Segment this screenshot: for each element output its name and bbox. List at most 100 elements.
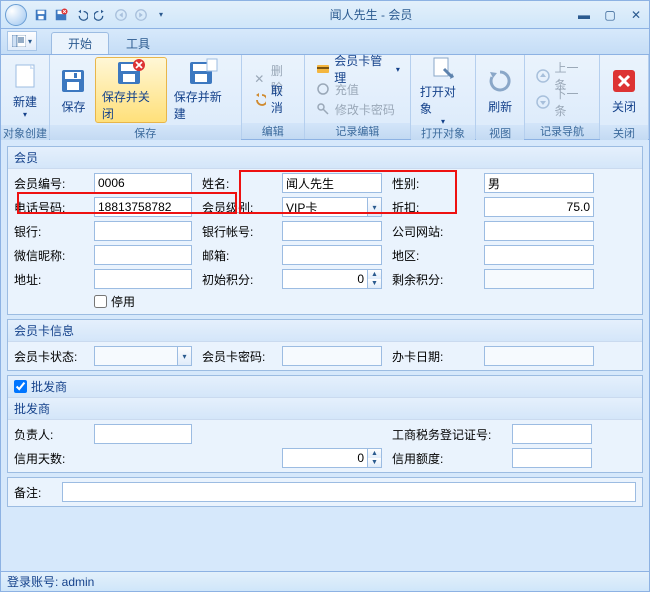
label-bank-acct: 银行帐号: [202, 223, 272, 240]
close-window-button[interactable]: ✕ [625, 6, 647, 24]
label-member-no: 会员编号: [14, 175, 84, 192]
input-bank-acct[interactable] [282, 221, 382, 241]
save-icon [58, 66, 88, 96]
input-website[interactable] [484, 221, 594, 241]
input-name[interactable] [282, 173, 382, 193]
input-gender[interactable] [484, 173, 594, 193]
label-region: 地区: [392, 247, 474, 264]
label-website: 公司网站: [392, 223, 474, 240]
panel-remark: 备注: [7, 477, 643, 507]
refresh-button[interactable]: 刷新 [478, 57, 522, 123]
title-bar: ▾ 闻人先生 - 会员 ▬ ▢ ✕ [0, 0, 650, 28]
input-bank[interactable] [94, 221, 192, 241]
card-icon [315, 61, 330, 77]
spin-down-icon[interactable]: ▼ [368, 279, 381, 288]
app-icon[interactable] [5, 4, 27, 26]
label-phone: 电话号码: [14, 199, 84, 216]
label-card-status: 会员卡状态: [14, 348, 84, 365]
close-button[interactable]: 关闭 [602, 57, 646, 123]
group-close-label: 关闭 [600, 125, 648, 141]
input-phone[interactable] [94, 197, 192, 217]
input-card-status[interactable] [94, 346, 178, 366]
save-button[interactable]: 保存 [52, 57, 95, 123]
level-dropdown-icon[interactable]: ▾ [368, 197, 382, 217]
input-tax-reg[interactable] [512, 424, 592, 444]
qa-redo-icon[interactable] [93, 7, 109, 23]
tab-start[interactable]: 开始 [51, 32, 109, 54]
spin-up-icon[interactable]: ▲ [368, 449, 381, 458]
checkbox-disabled[interactable]: 停用 [94, 293, 192, 310]
next-record-button[interactable]: 下一条 [531, 92, 593, 112]
wholesaler-checkbox[interactable] [14, 380, 27, 393]
open-obj-button[interactable]: 打开对象▾ [413, 57, 473, 123]
label-wechat: 微信昵称: [14, 247, 84, 264]
label-email: 邮箱: [202, 247, 272, 264]
label-tax-reg: 工商税务登记证号: [392, 426, 502, 443]
card-mgmt-button[interactable]: 会员卡管理 ▾ [311, 59, 404, 79]
input-email[interactable] [282, 245, 382, 265]
delete-icon: ✕ [252, 71, 267, 87]
label-discount: 折扣: [392, 199, 474, 216]
label-credit-days: 信用天数: [14, 450, 84, 467]
input-address[interactable] [94, 269, 192, 289]
cancel-button[interactable]: 取消 [248, 89, 298, 109]
undo-icon [252, 91, 267, 107]
new-button[interactable]: 新建▾ [3, 57, 47, 123]
recharge-button[interactable]: 充值 [311, 79, 404, 99]
label-init-pts: 初始积分: [202, 271, 272, 288]
input-init-pts[interactable]: ▲▼ [282, 269, 382, 289]
input-manager[interactable] [94, 424, 192, 444]
label-credit-limit: 信用额度: [392, 450, 502, 467]
close-icon [609, 66, 639, 96]
label-remark: 备注: [14, 484, 54, 501]
input-remark[interactable] [62, 482, 636, 502]
minimize-button[interactable]: ▬ [573, 6, 595, 24]
save-new-icon [188, 58, 218, 86]
panel-wholesaler-head[interactable]: 批发商 [8, 376, 642, 398]
qa-next-icon[interactable] [133, 7, 149, 23]
spin-up-icon[interactable]: ▲ [368, 270, 381, 279]
tab-tools[interactable]: 工具 [109, 32, 167, 54]
label-gender: 性别: [392, 175, 474, 192]
save-new-button[interactable]: 保存并新建 [167, 57, 239, 123]
input-credit-limit[interactable] [512, 448, 592, 468]
input-open-date [484, 346, 594, 366]
group-nav-label: 记录导航 [525, 123, 599, 139]
prev-record-button[interactable]: 上一条 [531, 66, 593, 86]
qa-saveclose-icon[interactable] [53, 7, 69, 23]
label-open-date: 办卡日期: [392, 348, 474, 365]
status-bar: 登录账号: admin [0, 572, 650, 592]
spin-down-icon[interactable]: ▼ [368, 458, 381, 467]
input-wechat[interactable] [94, 245, 192, 265]
input-member-no[interactable] [94, 173, 192, 193]
label-manager: 负责人: [14, 426, 84, 443]
input-discount[interactable] [484, 197, 594, 217]
ribbon: 新建▾ 对象创建 保存 保存并关闭 保存并新建 保存 ✕删除 取消 [0, 54, 650, 140]
input-region[interactable] [484, 245, 594, 265]
open-icon [428, 55, 458, 81]
input-credit-days[interactable]: ▲▼ [282, 448, 382, 468]
login-label: 登录账号: admin [7, 573, 94, 590]
edit-pwd-button[interactable]: 修改卡密码 [311, 99, 404, 119]
key-icon [315, 101, 331, 117]
group-view-label: 视图 [476, 125, 524, 141]
up-icon [535, 68, 550, 84]
label-address: 地址: [14, 271, 84, 288]
input-rem-pts [484, 269, 594, 289]
qa-dropdown-icon[interactable]: ▾ [153, 7, 169, 23]
maximize-button[interactable]: ▢ [599, 6, 621, 24]
qa-save-icon[interactable] [33, 7, 49, 23]
card-status-dropdown-icon[interactable]: ▾ [178, 346, 192, 366]
save-close-icon [116, 58, 146, 86]
save-close-button[interactable]: 保存并关闭 [95, 57, 167, 123]
panel-wholesaler-sub: 批发商 [8, 398, 642, 420]
qa-prev-icon[interactable] [113, 7, 129, 23]
view-layout-dropdown[interactable]: ▾ [7, 31, 37, 51]
panel-card-info-head: 会员卡信息 [8, 320, 642, 342]
group-save-label: 保存 [50, 125, 241, 141]
qa-undo-icon[interactable] [73, 7, 89, 23]
panel-card-info: 会员卡信息 会员卡状态: ▾ 会员卡密码: 办卡日期: [7, 319, 643, 371]
input-level[interactable] [282, 197, 368, 217]
group-record-label: 记录编辑 [305, 123, 410, 139]
group-edit-label: 编辑 [242, 123, 304, 139]
